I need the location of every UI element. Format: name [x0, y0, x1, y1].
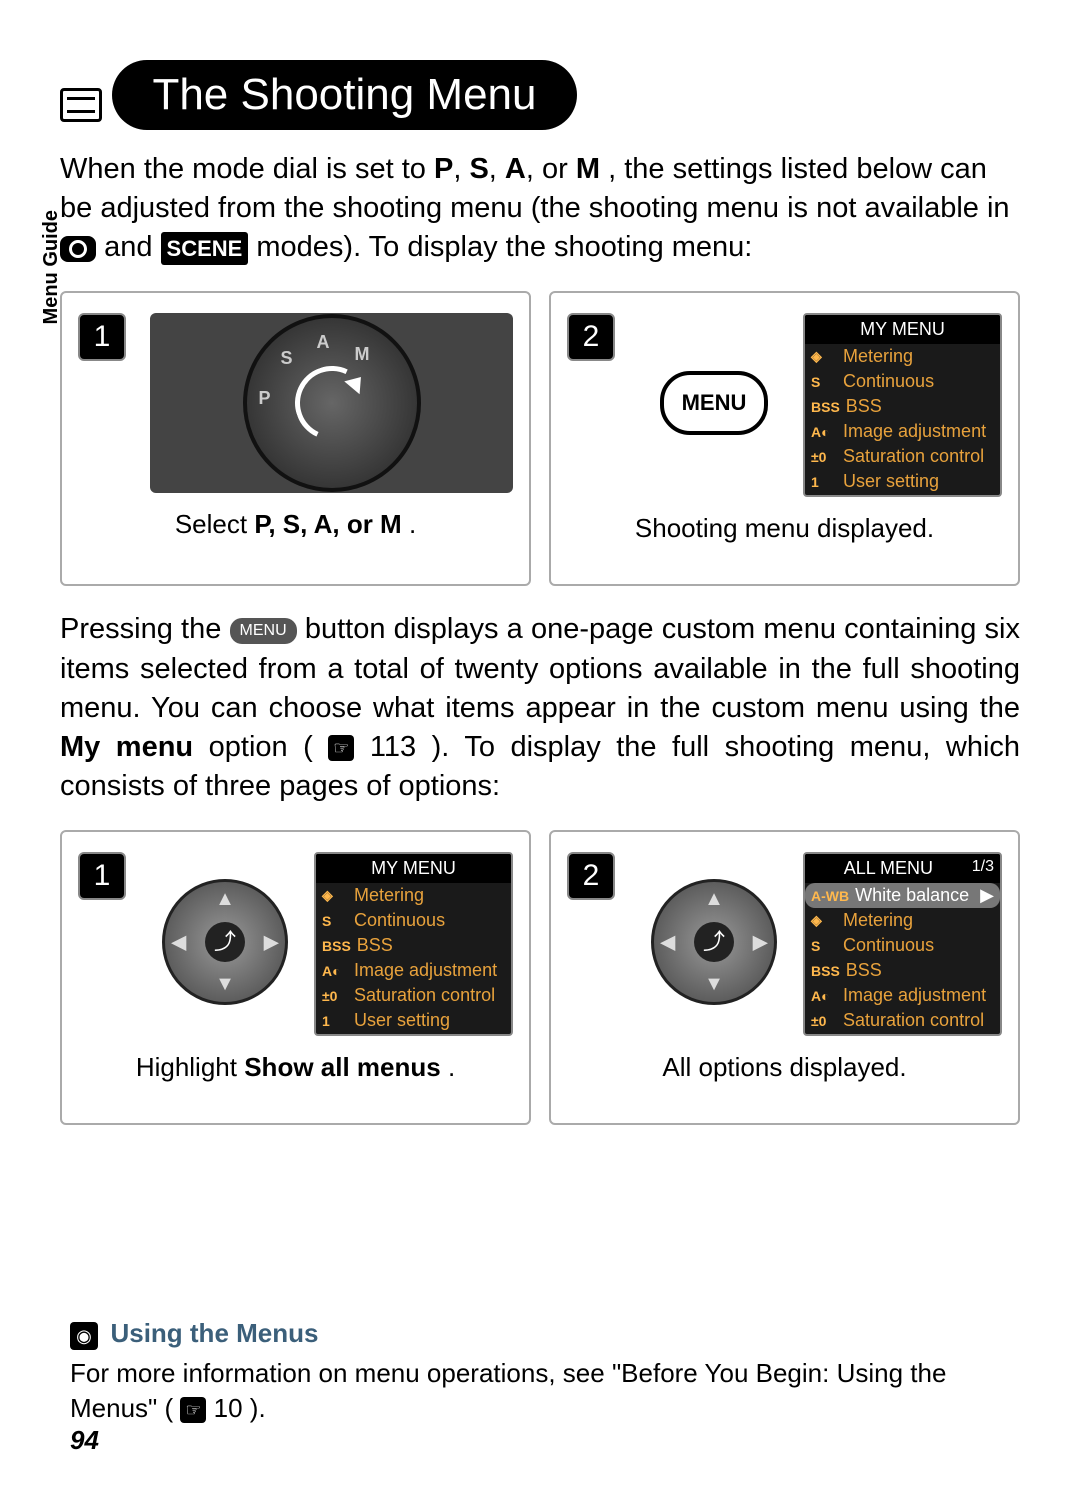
dpad-left-icon: ◀ — [660, 930, 675, 955]
camera-icon — [60, 236, 96, 262]
mid-text-3: option ( — [209, 731, 313, 763]
dpad-illustration: ▲ ▼ ◀ ▶ ⤴ — [639, 852, 789, 1032]
step-number: 1 — [78, 313, 126, 361]
dial-label-m: M — [355, 344, 370, 365]
caption-text-end: . — [409, 509, 416, 539]
camera-screen-allmenu: ALL MENU1/3A-WBWhite balance▶◈MeteringSC… — [803, 852, 1002, 1036]
page: The Shooting Menu Menu Guide When the mo… — [0, 0, 1080, 1486]
footer-ref-number: 10 — [214, 1393, 243, 1423]
caption-bold: Show all menus — [244, 1052, 441, 1082]
mode-dial-illustration: P S A M — [150, 313, 513, 493]
dpad-illustration: ▲ ▼ ◀ ▶ ⤴ — [150, 852, 300, 1032]
intro-text: When the mode dial is set to — [60, 153, 434, 185]
step-caption: Shooting menu displayed. — [567, 513, 1002, 544]
footer-text-post: ). — [250, 1393, 266, 1423]
dial-label-a: A — [317, 332, 330, 353]
step-number: 2 — [567, 852, 615, 900]
mid-text-1: Pressing the — [60, 613, 230, 645]
page-ref-icon: ☞ — [328, 735, 354, 761]
page-number: 94 — [70, 1425, 99, 1456]
dpad-right-icon: ▶ — [264, 930, 279, 955]
caption-text: Select — [175, 509, 255, 539]
mid-paragraph: Pressing the MENU button displays a one-… — [60, 610, 1020, 806]
steps-row-2: 1 ▲ ▼ ◀ ▶ ⤴ MY MENU◈MeteringSContinuousB… — [60, 830, 1020, 1125]
intro-text-3: modes). To display the shooting menu: — [256, 231, 752, 263]
dpad-down-icon: ▼ — [215, 973, 235, 996]
dial-label-s: S — [281, 348, 293, 369]
my-menu-bold: My menu — [60, 731, 193, 763]
info-icon: ◉ — [70, 1322, 98, 1350]
page-title: The Shooting Menu — [112, 60, 576, 130]
dpad-center-icon: ⤴ — [205, 922, 245, 962]
caption-text: Highlight — [136, 1052, 244, 1082]
menu-button: MENU — [660, 371, 768, 435]
step-box-2: 2 MENU MY MENU◈MeteringSContinuousBSSBSS… — [549, 291, 1020, 586]
caption-modes: P, S, A, or M — [254, 509, 401, 539]
intro-and: and — [104, 231, 160, 263]
footer-section: ◉ Using the Menus For more information o… — [70, 1318, 1020, 1426]
dpad-up-icon: ▲ — [215, 888, 235, 911]
menu-button-icon: MENU — [230, 618, 297, 644]
page-ref-icon: ☞ — [180, 1397, 206, 1423]
mode-m: M — [576, 153, 600, 185]
mode-a: A — [505, 153, 526, 185]
camera-screen-mymenu-highlight: MY MENU◈MeteringSContinuousBSSBSSA◐Image… — [314, 852, 513, 1036]
caption-text-end: . — [448, 1052, 455, 1082]
camera-screen-mymenu: MY MENU◈MeteringSContinuousBSSBSSA◐Image… — [803, 313, 1002, 497]
footer-heading: Using the Menus — [110, 1318, 318, 1348]
mode-s: S — [469, 153, 488, 185]
scene-icon: SCENE — [161, 232, 249, 266]
step-number: 2 — [567, 313, 615, 361]
intro-paragraph: When the mode dial is set to P, S, A, or… — [60, 150, 1020, 267]
dpad-left-icon: ◀ — [171, 930, 186, 955]
mid-text-4: ). To display the full shooting menu, wh… — [60, 731, 1020, 802]
rotate-arrow-icon — [284, 356, 379, 451]
mode-p: P — [434, 153, 453, 185]
dpad-down-icon: ▼ — [704, 973, 724, 996]
step-caption: All options displayed. — [567, 1052, 1002, 1083]
dial-label-p: P — [259, 388, 271, 409]
step-number: 1 — [78, 852, 126, 900]
step-box-4: 2 ▲ ▼ ◀ ▶ ⤴ ALL MENU1/3A-WBWhite balance… — [549, 830, 1020, 1125]
dpad-right-icon: ▶ — [753, 930, 768, 955]
menu-button-illustration: MENU — [639, 313, 789, 493]
dpad-up-icon: ▲ — [704, 888, 724, 911]
step-box-3: 1 ▲ ▼ ◀ ▶ ⤴ MY MENU◈MeteringSContinuousB… — [60, 830, 531, 1125]
step-box-1: 1 P S A M Select P, S, A, or M . — [60, 291, 531, 586]
step-caption: Select P, S, A, or M . — [78, 509, 513, 540]
page-ref-number: 113 — [370, 731, 416, 763]
footer-text: For more information on menu operations,… — [70, 1356, 1020, 1426]
dpad-center-icon: ⤴ — [694, 922, 734, 962]
steps-row-1: 1 P S A M Select P, S, A, or M . — [60, 291, 1020, 586]
step-caption: Highlight Show all menus . — [78, 1052, 513, 1083]
list-icon — [60, 88, 102, 122]
